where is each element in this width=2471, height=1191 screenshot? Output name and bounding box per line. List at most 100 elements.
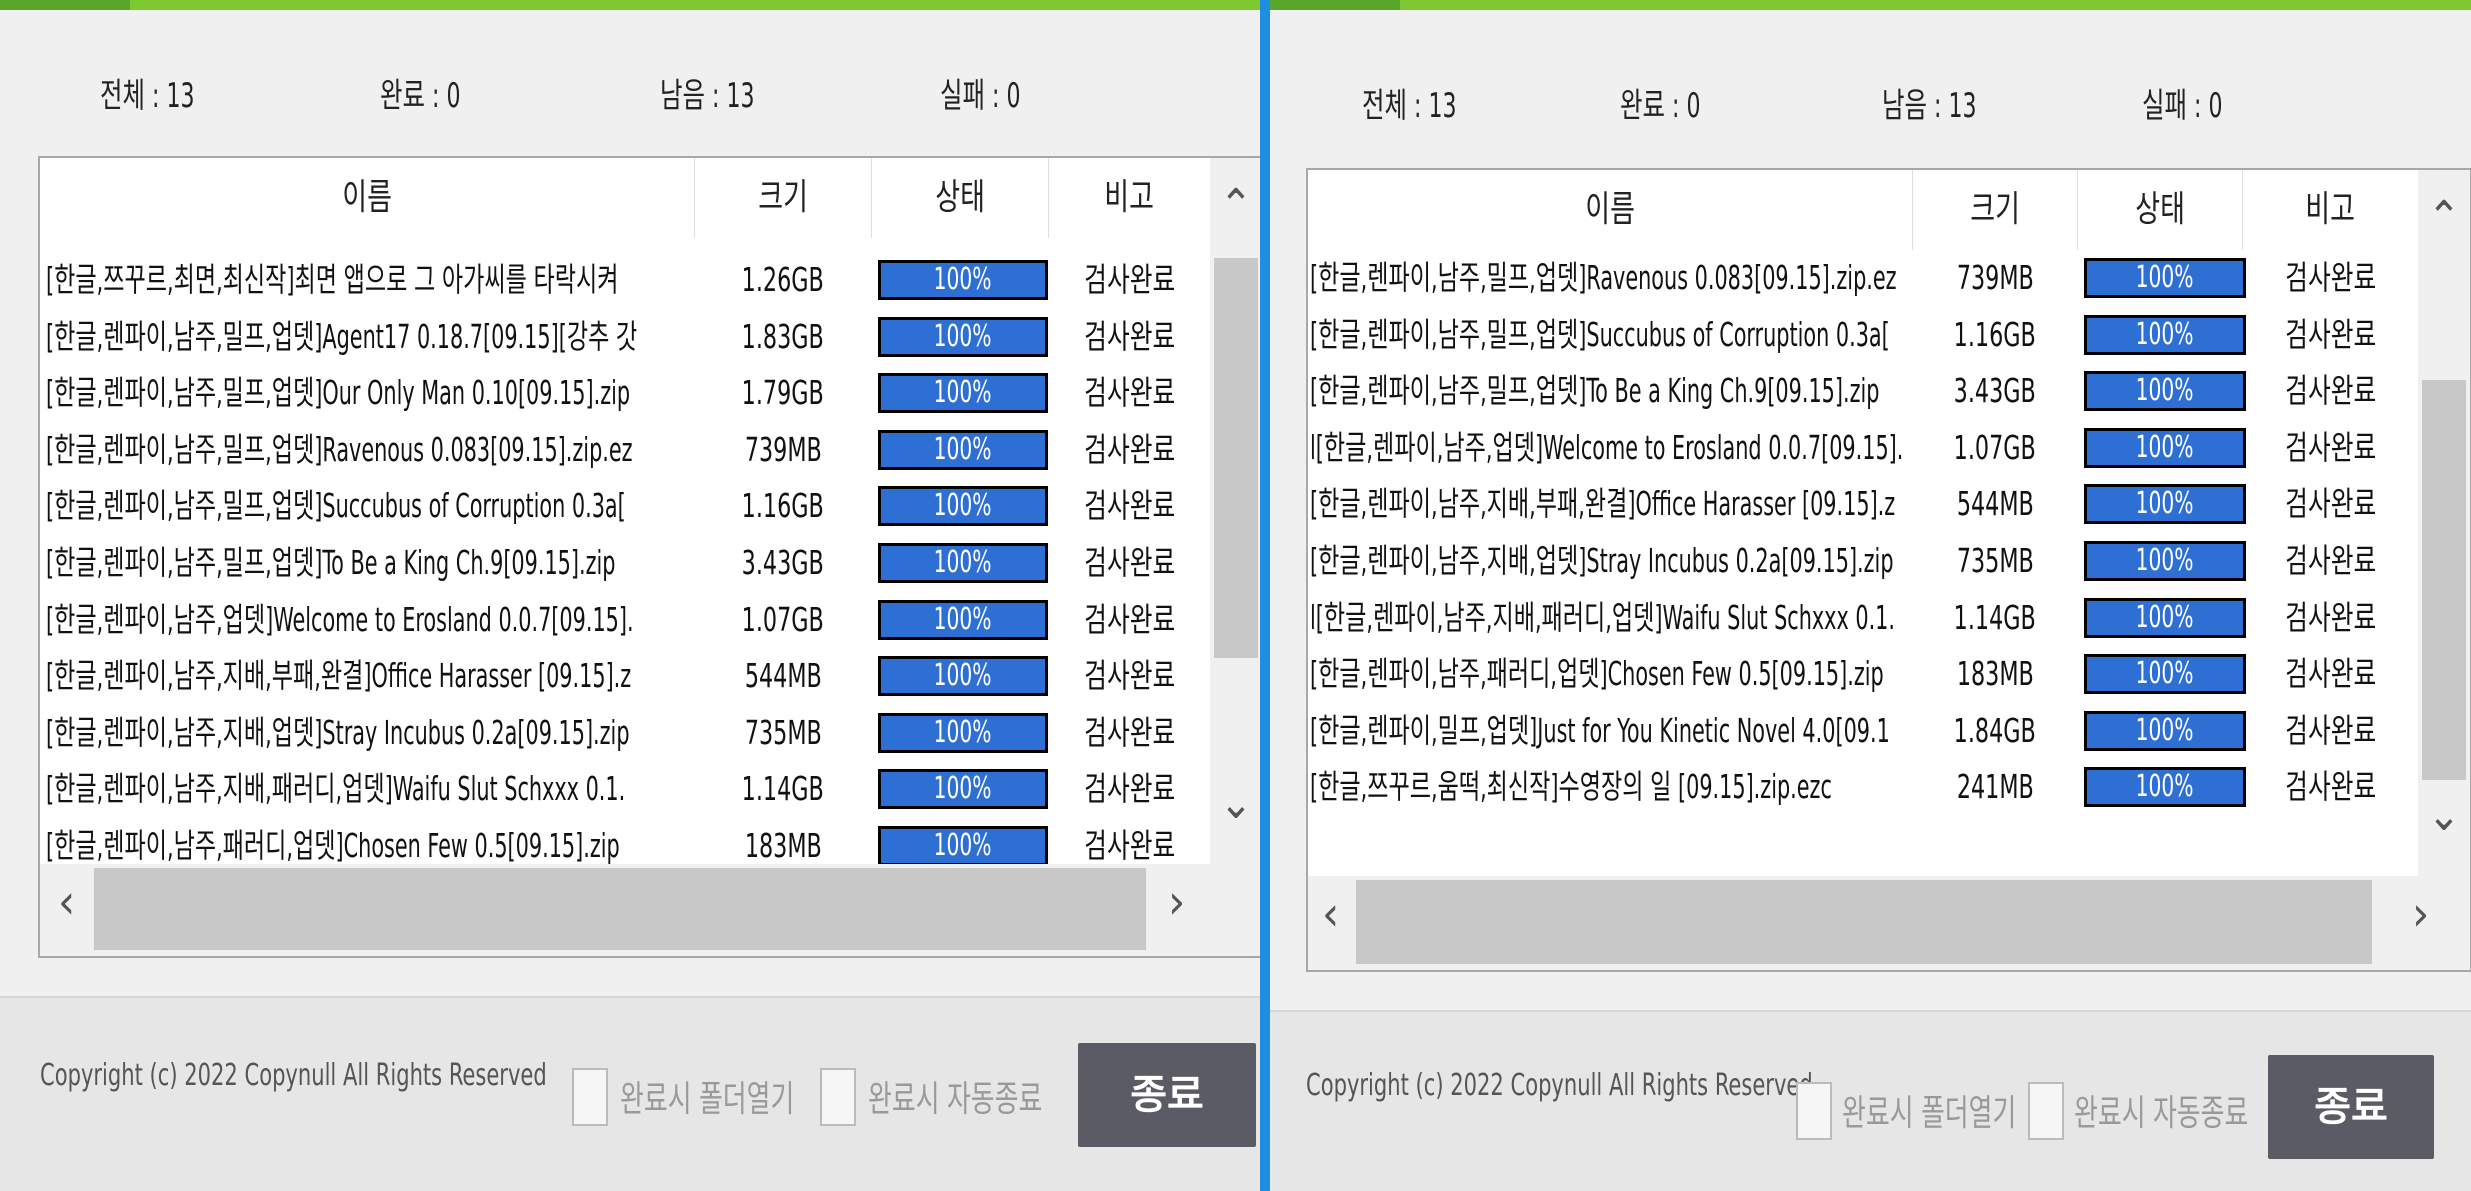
column-header-note[interactable]: 비고 [2243,170,2418,250]
table-row[interactable]: [한글,렌파이,남주,밀프,업뎃]Succubus of Corruption … [40,478,1210,534]
table-row[interactable]: [한글,렌파이,남주,업뎃]Welcome to Erosland 0.0.7[… [40,592,1210,648]
horizontal-scroll-thumb[interactable] [94,868,1146,950]
table-row[interactable]: [한글,렌파이,남주,지배,업뎃]Stray Incubus 0.2a[09.1… [40,705,1210,761]
cell-name: [한글,렌파이,남주,지배,부패,완결]Office Harasser [09.… [1310,476,1910,532]
column-header-status[interactable]: 상태 [2078,170,2242,250]
open-folder-checkbox[interactable] [1796,1082,1832,1140]
table-row[interactable]: l[한글,렌파이,남주,지배,패러디,업뎃]Waifu Slut Schxxx … [1308,590,2418,646]
auto-close-checkbox[interactable] [2028,1082,2064,1140]
progress-bar: 100% [2084,484,2246,525]
cell-name-text: [한글,렌파이,남주,패러디,업뎃]Chosen Few 0.5[09.15].… [46,826,620,864]
chevron-down-icon[interactable]: ⌄ [1210,778,1260,829]
open-folder-label: 완료시 폴더열기 [620,1079,795,1120]
cell-note-text: 검사완료 [2284,767,2377,807]
cell-name: [한글,렌파이,남주,밀프,업뎃]Agent17 0.18.7[09.15][강… [46,309,692,365]
cell-note-text: 검사완료 [1083,769,1176,809]
table-row[interactable]: [한글,렌파이,남주,패러디,업뎃]Chosen Few 0.5[09.15].… [40,818,1210,864]
progress-fill: 100% [2087,430,2243,465]
cell-size: 183MB [695,818,871,864]
column-header-status[interactable]: 상태 [872,158,1048,238]
column-header-size-label: 크기 [1970,189,2020,230]
vertical-scrollbar[interactable]: ⌃ ⌄ [2418,170,2470,876]
exit-button[interactable]: 종료 [1078,1043,1256,1147]
cell-size: 1.07GB [1913,420,2077,476]
table-row[interactable]: [한글,렌파이,남주,밀프,업뎃]Agent17 0.18.7[09.15][강… [40,309,1210,365]
progress-text: 100% [934,772,992,807]
progress-bar: 100% [878,599,1048,640]
table-row[interactable]: [한글,렌파이,남주,밀프,업뎃]Ravenous 0.083[09.15].z… [1308,250,2418,306]
column-header-note[interactable]: 비고 [1049,158,1210,238]
column-header-name-label: 이름 [342,177,392,218]
column-header-name[interactable]: 이름 [40,158,694,238]
table-row[interactable]: [한글,렌파이,남주,밀프,업뎃]To Be a King Ch.9[09.15… [1308,363,2418,419]
table-row[interactable]: [한글,렌파이,남주,밀프,업뎃]Ravenous 0.083[09.15].z… [40,422,1210,478]
cell-name-text: [한글,렌파이,남주,지배,업뎃]Stray Incubus 0.2a[09.1… [46,712,630,752]
cell-name-text: [한글,렌파이,남주,지배,업뎃]Stray Incubus 0.2a[09.1… [1310,541,1894,580]
progress-text: 100% [934,829,992,863]
horizontal-scroll-thumb[interactable] [1356,880,2372,964]
cell-size: 3.43GB [1913,363,2077,419]
cell-note: 검사완료 [2243,646,2418,702]
column-header-size[interactable]: 크기 [1913,170,2077,250]
cell-name-text: [한글,쯔꾸르,최면,최신작]최면 앱으로 그 아가씨를 타락시켜 [46,260,619,299]
cell-size-text: 1.83GB [741,316,825,356]
cell-name-text: [한글,렌파이,남주,지배,부패,완결]Office Harasser [09.… [1310,484,1896,524]
chevron-up-icon[interactable]: ⌃ [1210,180,1260,231]
stat-failed: 실패 : 0 [940,76,1021,116]
cell-size: 3.43GB [695,535,871,591]
cell-name: [한글,렌파이,남주,밀프,업뎃]Succubus of Corruption … [46,478,692,534]
table-row[interactable]: l[한글,렌파이,남주,업뎃]Welcome to Erosland 0.0.7… [1308,420,2418,476]
auto-close-label: 완료시 자동종료 [2074,1093,2249,1134]
progress-bar: 100% [878,486,1048,527]
vertical-scrollbar[interactable]: ⌃ ⌄ [1210,158,1260,864]
cell-name-text: [한글,렌파이,남주,밀프,업뎃]Ravenous 0.083[09.15].z… [1310,258,1897,297]
horizontal-scrollbar[interactable]: ‹ › [40,864,1260,954]
cell-note-text: 검사완료 [2284,371,2377,411]
table-row[interactable]: [한글,쯔꾸르,움떡,최신작]수영장의 일 [09.15].zip.ezc 241… [1308,759,2418,815]
column-header-status-label: 상태 [2135,189,2185,230]
cell-name: l[한글,렌파이,남주,업뎃]Welcome to Erosland 0.0.7… [1310,420,1910,476]
table-row[interactable]: [한글,렌파이,남주,지배,부패,완결]Office Harasser [09.… [1308,476,2418,532]
vertical-scroll-thumb[interactable] [2422,380,2466,780]
cell-note-text: 검사완료 [2284,710,2377,750]
horizontal-scrollbar[interactable]: ‹ › [1308,876,2470,968]
table-header: 이름 크기 상태 비고 [40,158,1210,238]
table-row[interactable]: [한글,렌파이,남주,지배,패러디,업뎃]Waifu Slut Schxxx 0… [40,761,1210,817]
auto-close-checkbox[interactable] [820,1068,856,1126]
cell-name-text: [한글,렌파이,남주,밀프,업뎃]Agent17 0.18.7[09.15][강… [46,316,638,356]
cell-size-text: 735MB [1956,541,2034,580]
cell-name: [한글,렌파이,남주,지배,업뎃]Stray Incubus 0.2a[09.1… [46,705,692,761]
cell-size-text: 1.07GB [741,599,825,639]
column-header-size[interactable]: 크기 [695,158,871,238]
file-table: 이름 크기 상태 비고 [한글,렌파이,남주,밀프,업뎃]Ravenous 0.… [1308,170,2418,876]
table-row[interactable]: [한글,쯔꾸르,최면,최신작]최면 앱으로 그 아가씨를 타락시켜 1.26GB 1… [40,252,1210,308]
progress-bar: 100% [878,543,1048,583]
progress-fill: 100% [881,263,1045,297]
table-row[interactable]: [한글,렌파이,남주,밀프,업뎃]To Be a King Ch.9[09.15… [40,535,1210,591]
cell-size: 1.26GB [695,252,871,308]
table-row[interactable]: [한글,렌파이,남주,지배,업뎃]Stray Incubus 0.2a[09.1… [1308,533,2418,589]
chevron-left-icon[interactable]: ‹ [58,874,75,930]
chevron-left-icon[interactable]: ‹ [1322,886,1339,942]
vertical-scroll-thumb[interactable] [1214,258,1258,658]
chevron-right-icon[interactable]: › [2412,886,2429,942]
cell-note: 검사완료 [1049,761,1210,817]
cell-note: 검사완료 [1049,422,1210,478]
cell-note: 검사완료 [1049,818,1210,864]
table-row[interactable]: [한글,렌파이,남주,패러디,업뎃]Chosen Few 0.5[09.15].… [1308,646,2418,702]
table-row[interactable]: [한글,렌파이,남주,지배,부패,완결]Office Harasser [09.… [40,648,1210,704]
open-folder-checkbox[interactable] [572,1068,608,1126]
cell-note-text: 검사완료 [1083,656,1176,696]
table-row[interactable]: [한글,렌파이,남주,밀프,업뎃]Succubus of Corruption … [1308,307,2418,363]
panel-divider [1260,0,1270,1191]
exit-button[interactable]: 종료 [2268,1055,2434,1159]
chevron-right-icon[interactable]: › [1168,874,1185,930]
table-row[interactable]: [한글,렌파이,밀프,업뎃]Just for You Kinetic Novel… [1308,703,2418,759]
chevron-down-icon[interactable]: ⌄ [2418,790,2470,841]
cell-name: [한글,렌파이,남주,패러디,업뎃]Chosen Few 0.5[09.15].… [1310,646,1910,702]
progress-text: 100% [934,489,992,524]
table-row[interactable]: [한글,렌파이,남주,밀프,업뎃]Our Only Man 0.10[09.15… [40,365,1210,421]
chevron-up-icon[interactable]: ⌃ [2418,192,2470,243]
cell-name: [한글,렌파이,남주,밀프,업뎃]To Be a King Ch.9[09.15… [46,535,692,591]
column-header-name[interactable]: 이름 [1308,170,1912,250]
